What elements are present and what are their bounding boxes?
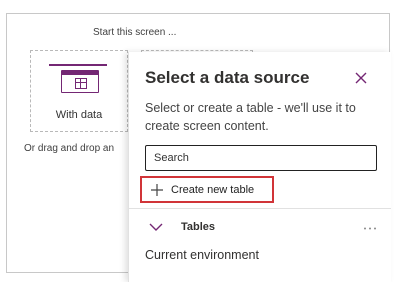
data-source-panel: Select a data source Select or create a …: [128, 52, 391, 282]
with-data-label: With data: [55, 109, 103, 121]
panel-title: Select a data source: [145, 68, 310, 87]
search-input[interactable]: [145, 145, 377, 171]
create-new-table-button[interactable]: Create new table: [140, 176, 274, 203]
create-new-table-label: Create new table: [171, 183, 255, 196]
close-button[interactable]: [353, 70, 369, 86]
divider: [129, 208, 391, 209]
card-accent-bar: [49, 64, 107, 66]
plus-icon: [151, 183, 163, 196]
drag-drop-text: Or drag and drop an: [24, 143, 115, 154]
chevron-down-icon: [149, 223, 163, 231]
tables-section-label: Tables: [181, 221, 216, 233]
more-icon[interactable]: [363, 227, 377, 230]
panel-description: Select or create a table - we'll use it …: [145, 101, 356, 133]
with-data-card[interactable]: With data: [30, 50, 128, 132]
table-icon: [61, 70, 99, 93]
tables-section-header[interactable]: Tables: [145, 221, 379, 237]
close-icon: [355, 72, 367, 84]
environment-label: Current environment: [145, 248, 259, 262]
start-screen-heading: Start this screen ...: [93, 27, 177, 38]
